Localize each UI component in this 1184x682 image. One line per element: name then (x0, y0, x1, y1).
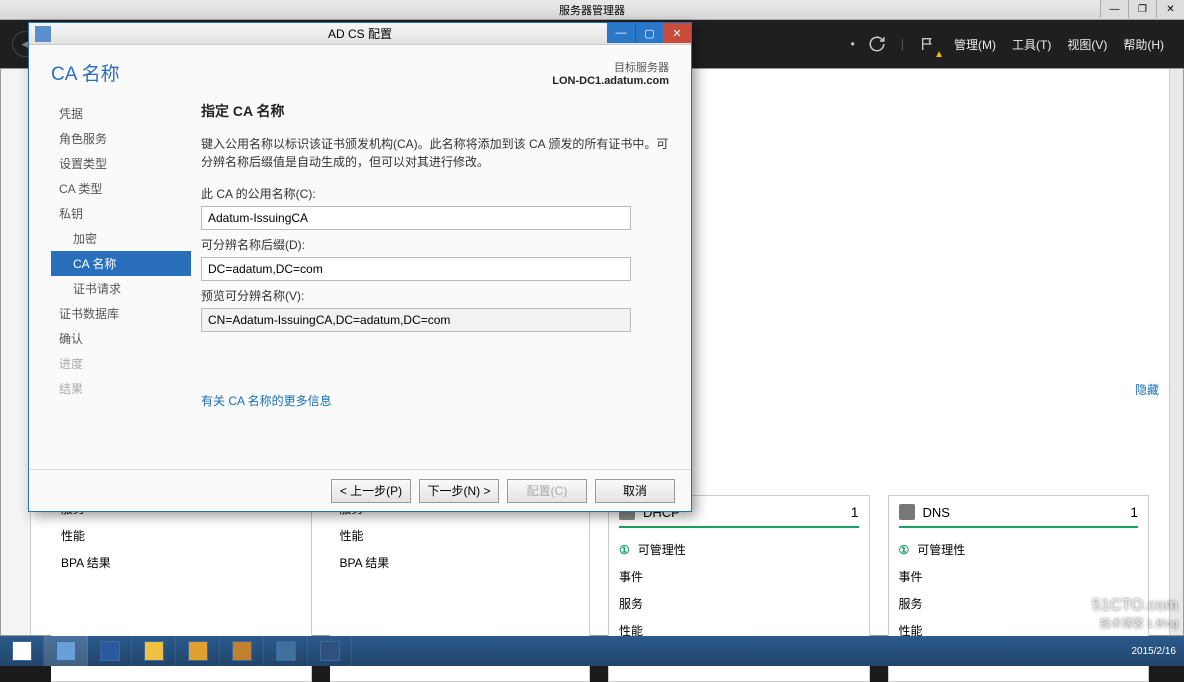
wizard-close-button[interactable]: ✕ (663, 23, 691, 43)
start-button[interactable] (0, 636, 44, 666)
common-name-input[interactable] (201, 206, 631, 230)
target-server-label: 目标服务器 (552, 59, 669, 75)
wizard-nav: 凭据 角色服务 设置类型 CA 类型 私钥 加密 CA 名称 证书请求 证书数据… (51, 101, 191, 469)
wizard-title: AD CS 配置 (29, 25, 691, 42)
wizard-minimize-button[interactable]: — (607, 23, 635, 43)
tile-item[interactable]: 性能 (340, 522, 580, 549)
cancel-button[interactable]: 取消 (595, 479, 675, 503)
menu-manage[interactable]: 管理(M) (954, 36, 996, 53)
wizard-titlebar[interactable]: AD CS 配置 — ▢ ✕ (29, 23, 691, 45)
tray-date: 2015/2/16 (1132, 646, 1177, 657)
nav-step-ca-name[interactable]: CA 名称 (51, 251, 191, 276)
watermark: 51CTO.com 技术博客 1.Blog (1092, 597, 1178, 632)
system-tray[interactable]: 2015/2/16 (1124, 636, 1184, 666)
wizard-header: CA 名称 目标服务器 LON-DC1.adatum.com (29, 45, 691, 93)
section-description: 键入公用名称以标识该证书颁发机构(CA)。此名称将添加到该 CA 颁发的所有证书… (201, 135, 669, 171)
sm-right-rail (1169, 69, 1183, 635)
status-up-icon: ① (899, 543, 910, 557)
wizard-main-panel: 指定 CA 名称 键入公用名称以标识该证书颁发机构(CA)。此名称将添加到该 C… (201, 101, 669, 469)
more-info-link[interactable]: 有关 CA 名称的更多信息 (201, 392, 332, 409)
wizard-icon (35, 26, 51, 42)
tile-item-manageability[interactable]: ①可管理性 (619, 536, 859, 563)
section-title: 指定 CA 名称 (201, 101, 669, 121)
tile-item[interactable]: 性能 (61, 522, 301, 549)
nav-step-ca-type[interactable]: CA 类型 (51, 176, 191, 201)
minimize-button[interactable]: — (1100, 0, 1128, 18)
target-server-name: LON-DC1.adatum.com (552, 75, 669, 87)
taskbar-powershell[interactable] (88, 636, 132, 666)
common-name-label: 此 CA 的公用名称(C): (201, 185, 669, 202)
hide-link[interactable]: 隐藏 (1135, 381, 1159, 398)
status-up-icon: ① (619, 543, 630, 557)
nav-step-confirmation[interactable]: 确认 (51, 326, 191, 351)
tile-count: 1 (1130, 504, 1138, 520)
wizard-maximize-button[interactable]: ▢ (635, 23, 663, 43)
adcs-config-wizard: AD CS 配置 — ▢ ✕ CA 名称 目标服务器 LON-DC1.adatu… (28, 22, 692, 512)
tile-item-events[interactable]: 事件 (619, 563, 859, 590)
nav-step-cert-database[interactable]: 证书数据库 (51, 301, 191, 326)
wizard-footer: < 上一步(P) 下一步(N) > 配置(C) 取消 (29, 469, 691, 511)
taskbar-explorer[interactable] (132, 636, 176, 666)
preview-dn-input (201, 308, 631, 332)
tile-item-events[interactable]: 事件 (899, 563, 1139, 590)
tile-title: DNS (923, 505, 1123, 520)
tile-item[interactable]: BPA 结果 (340, 549, 580, 576)
tile-item-manageability[interactable]: ①可管理性 (899, 536, 1139, 563)
dns-icon (899, 504, 915, 520)
maximize-button[interactable]: ❐ (1128, 0, 1156, 18)
menu-tools[interactable]: 工具(T) (1012, 36, 1051, 53)
dn-suffix-input[interactable] (201, 257, 631, 281)
menu-help[interactable]: 帮助(H) (1123, 36, 1164, 53)
taskbar-app-2[interactable] (220, 636, 264, 666)
refresh-button[interactable] (863, 30, 891, 58)
next-button[interactable]: 下一步(N) > (419, 479, 499, 503)
taskbar-app-3[interactable] (264, 636, 308, 666)
taskbar-app-1[interactable] (176, 636, 220, 666)
main-window-title: 服务器管理器 (559, 2, 625, 18)
sm-left-rail (1, 69, 31, 635)
taskbar-app-4[interactable] (308, 636, 352, 666)
wizard-heading: CA 名称 (51, 59, 120, 86)
menu-view[interactable]: 视图(V) (1067, 36, 1107, 53)
close-button[interactable]: ✕ (1156, 0, 1184, 18)
nav-step-results: 结果 (51, 376, 191, 401)
tile-count: 1 (851, 504, 859, 520)
dn-suffix-label: 可分辨名称后缀(D): (201, 236, 669, 253)
taskbar: 2015/2/16 (0, 636, 1184, 666)
nav-step-encryption[interactable]: 加密 (51, 226, 191, 251)
nav-step-role-services[interactable]: 角色服务 (51, 126, 191, 151)
warning-icon: ▲ (934, 49, 944, 60)
nav-step-cert-request[interactable]: 证书请求 (51, 276, 191, 301)
nav-step-credentials[interactable]: 凭据 (51, 101, 191, 126)
configure-button: 配置(C) (507, 479, 587, 503)
tile-item[interactable]: 服务 (619, 590, 859, 617)
nav-step-setup-type[interactable]: 设置类型 (51, 151, 191, 176)
nav-step-private-key[interactable]: 私钥 (51, 201, 191, 226)
tile-item[interactable]: BPA 结果 (61, 549, 301, 576)
taskbar-server-manager[interactable] (44, 636, 88, 666)
preview-dn-label: 预览可分辨名称(V): (201, 287, 669, 304)
nav-step-progress: 进度 (51, 351, 191, 376)
main-titlebar: 服务器管理器 — ❐ ✕ (0, 0, 1184, 20)
notifications-flag-icon[interactable]: ▲ (914, 30, 942, 58)
prev-button[interactable]: < 上一步(P) (331, 479, 411, 503)
